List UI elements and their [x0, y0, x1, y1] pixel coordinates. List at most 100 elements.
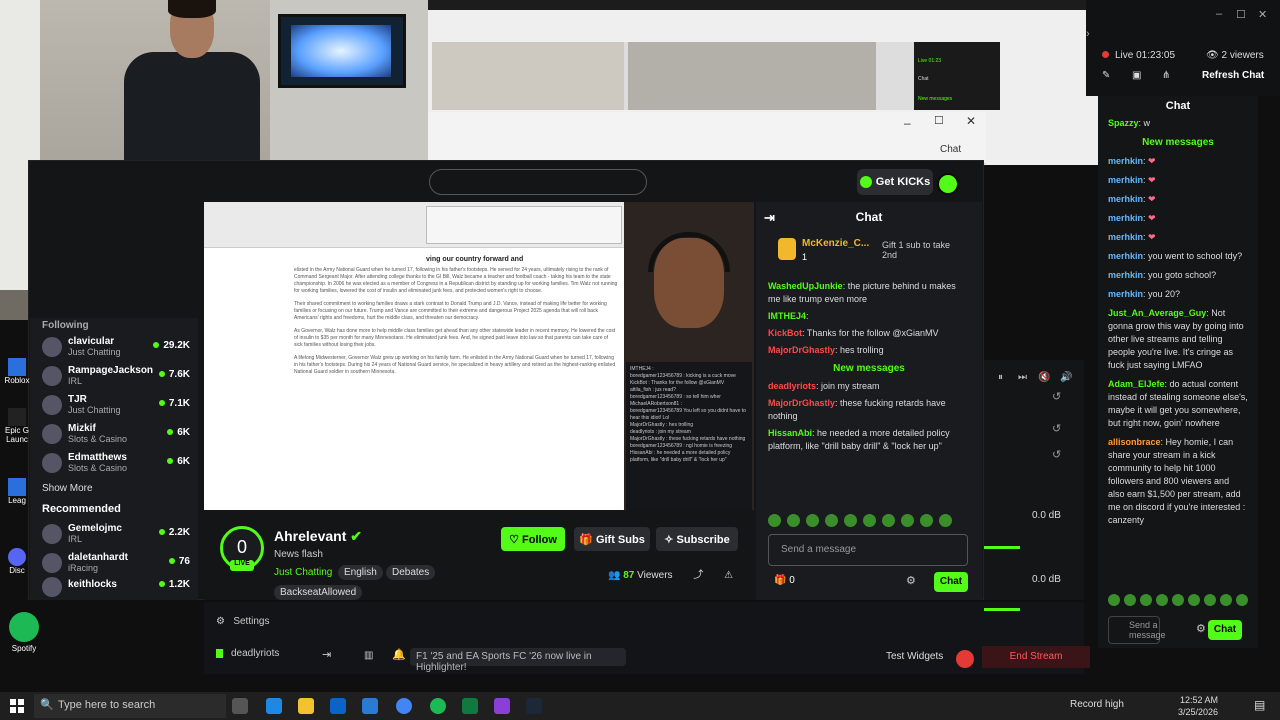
taskbar-search-input[interactable]: Type here to search	[34, 694, 226, 718]
reset-icon[interactable]: ↺	[1052, 448, 1061, 461]
test-widgets-button[interactable]: Test Widgets	[886, 651, 943, 662]
app-icon[interactable]	[462, 698, 478, 714]
chrome-icon[interactable]	[396, 698, 412, 714]
app-icon[interactable]	[494, 698, 510, 714]
desktop-icon-league[interactable]: Leag	[4, 478, 30, 505]
chat-send-button[interactable]: Chat	[1208, 620, 1242, 640]
gear-icon[interactable]: ⚙	[1196, 622, 1206, 635]
desktop-icon-spotify[interactable]: Spotify	[0, 612, 48, 653]
mail-icon[interactable]	[362, 698, 378, 714]
browser-chat-label[interactable]: Chat	[940, 144, 961, 155]
popout-icon[interactable]: ▣	[1132, 70, 1141, 81]
search-icon: 🔍	[40, 699, 54, 711]
clock[interactable]: 12:52 AM 3/25/2026	[1178, 694, 1218, 718]
maximize-icon[interactable]: ☐	[934, 114, 944, 127]
minimize-icon[interactable]: –	[1216, 8, 1222, 20]
show-more-button[interactable]: Show More	[30, 477, 198, 501]
sidebar-item-gemelojmc[interactable]: Gemelojmc IRL 2.2K	[30, 519, 198, 548]
tag-english[interactable]: English	[338, 565, 383, 580]
report-icon[interactable]: ⚠	[724, 570, 733, 581]
file-explorer-icon[interactable]	[298, 698, 314, 714]
studio-bottom-bar: ⚙ Settings deadlyriots ⇥ ▥ 🔔 F1 '25 and …	[204, 602, 1090, 674]
share-icon[interactable]: ⋔	[1162, 70, 1170, 81]
gift-subs-button[interactable]: 🎁 Gift Subs	[574, 527, 650, 551]
send-message-input[interactable]: Send a message	[1108, 616, 1166, 644]
edge-icon[interactable]	[266, 698, 282, 714]
store-icon[interactable]	[330, 698, 346, 714]
gear-icon[interactable]: ⚙	[906, 574, 916, 587]
record-icon[interactable]	[956, 650, 974, 668]
settings-button[interactable]: ⚙ Settings	[216, 616, 269, 627]
notification-banner[interactable]: F1 '25 and EA Sports FC '26 now live in …	[410, 648, 626, 673]
chat-title: Chat	[1165, 100, 1191, 112]
volume-db: 0.0 dB	[1032, 510, 1061, 521]
sidebar-item-daletanhardt[interactable]: daletanhardt iRacing 76	[30, 548, 198, 577]
channel-item[interactable]: deadlyriots	[216, 648, 279, 659]
bell-icon[interactable]: 🔔	[392, 648, 406, 661]
collapse-chat-icon[interactable]: ⇥	[764, 210, 775, 226]
follow-button[interactable]: ♡ Follow	[501, 527, 565, 551]
end-stream-button[interactable]: End Stream	[982, 646, 1090, 668]
volume-icon[interactable]: 🔊	[1060, 372, 1072, 383]
tag-debates[interactable]: Debates	[386, 565, 436, 580]
stats-icon[interactable]: ▥	[364, 650, 373, 661]
get-kicks-button[interactable]: Get KICKs	[857, 169, 933, 195]
sidebar-item-keithlocks[interactable]: keithlocks 1.2K	[30, 577, 198, 597]
close-icon[interactable]: ✕	[966, 114, 976, 128]
maximize-icon[interactable]: ☐	[1236, 8, 1246, 21]
streamer-name[interactable]: Ahrelevant ✔	[274, 528, 362, 545]
chevron-right-icon[interactable]: ›	[1086, 28, 1090, 40]
sidebar-item-edmatthews[interactable]: Edmatthews Slots & Casino 6K	[30, 448, 198, 477]
doc-paragraph: elisted in the Army National Guard when …	[294, 267, 618, 294]
chat-title: Chat	[855, 210, 883, 224]
shared-document: ving our country forward and elisted in …	[204, 202, 624, 510]
kick-chat-panel: ⇥ Chat McKenzie_C... 1 Gift 1 sub to take…	[756, 202, 982, 600]
sidebar-item-tjr[interactable]: TJR Just Chatting 7.1K	[30, 390, 198, 419]
share-icon[interactable]: ⤴	[693, 570, 703, 581]
next-icon[interactable]: ⏭	[1018, 372, 1027, 383]
desktop-icon-roblox[interactable]: Roblox	[4, 358, 30, 385]
refresh-chat-button[interactable]: Refresh Chat	[1202, 70, 1264, 81]
chat-message: MajorDrGhastly: these fucking retards ha…	[768, 398, 946, 421]
chat-message: Just_An_Average_Guy: Not gonna grow this…	[1108, 308, 1244, 370]
search-input[interactable]	[429, 169, 647, 195]
mute-icon[interactable]: 🔇	[1038, 372, 1050, 383]
sidebar-item-rampagejackson[interactable]: RampageJackson IRL 7.6K	[30, 361, 198, 390]
subscribe-button[interactable]: ✧ Subscribe	[656, 527, 738, 551]
desktop-icon-epic[interactable]: Epic G Launc	[4, 408, 30, 444]
sidebar-item-mizkif[interactable]: Mizkif Slots & Casino 6K	[30, 419, 198, 448]
sidebar-item-clavicular[interactable]: clavicular Just Chatting 29.2K	[30, 332, 198, 361]
steam-icon[interactable]	[526, 698, 542, 714]
minimize-icon[interactable]: –	[904, 116, 911, 130]
emote-bar[interactable]	[768, 514, 978, 528]
tag-backseat[interactable]: BackseatAllowed	[274, 585, 363, 600]
doc-paragraph: Their shared commitment to working famil…	[294, 301, 607, 321]
stream-title: News flash	[274, 549, 323, 560]
pause-icon[interactable]: ⏸	[998, 372, 1003, 383]
avatar	[42, 577, 62, 597]
stream-category[interactable]: Just Chatting	[274, 567, 332, 578]
emote-bar[interactable]	[1098, 590, 1258, 610]
weather-status[interactable]: Record high	[1070, 699, 1124, 710]
chat-message: merhkin: you 20?	[1108, 289, 1181, 299]
close-icon[interactable]: ✕	[1258, 8, 1267, 21]
notifications-icon[interactable]: ▤	[1254, 698, 1265, 712]
windows-start-icon[interactable]	[10, 699, 24, 713]
task-view-icon[interactable]	[232, 698, 248, 714]
studio-chat-input: Send a message ⚙ Chat	[1098, 590, 1258, 650]
studio-chat: Chat Spazzy: w New messages merhkin: ❤ m…	[1098, 96, 1258, 648]
gift-count[interactable]: 🎁 0	[774, 575, 795, 586]
send-message-input[interactable]: Send a message	[768, 534, 968, 566]
chat-message: WashedUpJunkie: the picture behind u mak…	[768, 281, 956, 304]
logout-icon[interactable]: ⇥	[322, 648, 331, 661]
user-avatar[interactable]	[937, 173, 959, 195]
desktop-icon-discord[interactable]: Disc	[4, 548, 30, 575]
volume-slider[interactable]	[984, 546, 1020, 549]
spotify-icon[interactable]	[430, 698, 446, 714]
edit-icon[interactable]: ✎	[1102, 70, 1110, 81]
pinned-gift-banner[interactable]: McKenzie_C... 1 Gift 1 sub to take 2nd	[756, 232, 982, 278]
reset-icon[interactable]: ↺	[1052, 390, 1061, 403]
volume-slider[interactable]	[984, 608, 1020, 611]
reset-icon[interactable]: ↺	[1052, 422, 1061, 435]
chat-send-button[interactable]: Chat	[934, 572, 968, 592]
